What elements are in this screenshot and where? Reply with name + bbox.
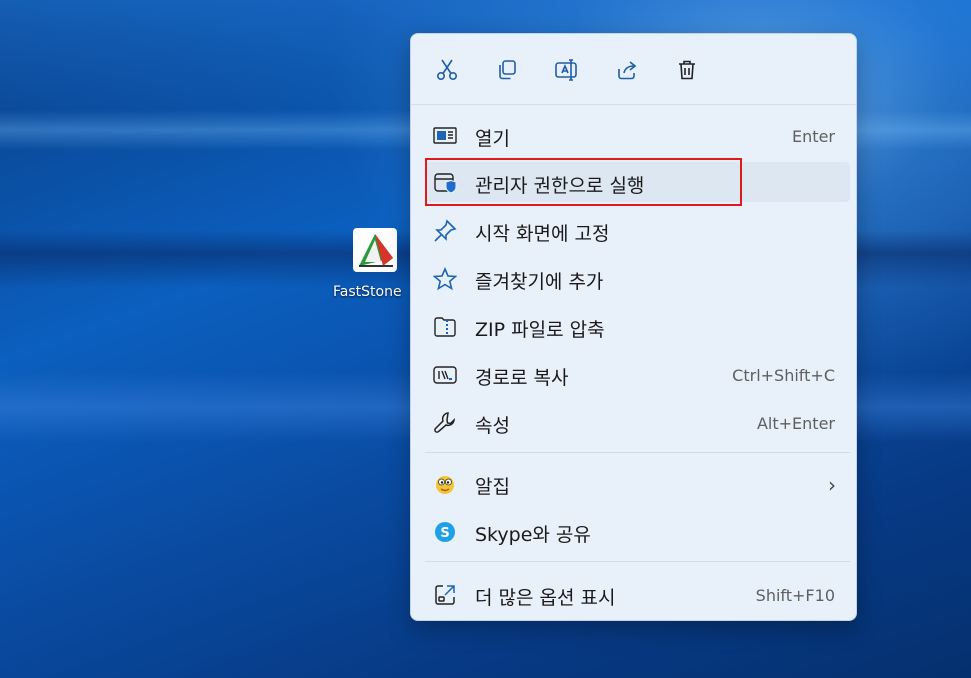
share-icon <box>618 61 637 80</box>
faststone-app-icon <box>353 228 397 272</box>
menu-item-add-to-favorites[interactable]: 즐겨찾기에 추가 <box>425 258 850 298</box>
alzip-icon <box>433 472 457 496</box>
menu-item-properties[interactable]: 속성 Alt+Enter <box>425 402 850 442</box>
menu-item-shortcut: Enter <box>792 127 835 146</box>
menu-item-pin-to-start[interactable]: 시작 화면에 고정 <box>425 210 850 250</box>
delete-icon <box>679 60 695 80</box>
rename-icon <box>555 59 577 81</box>
desktop-icon-faststone[interactable]: FastStone <box>330 228 420 300</box>
menu-item-shortcut: Alt+Enter <box>756 414 835 433</box>
menu-item-label: 더 많은 옵션 표시 <box>475 587 616 609</box>
highlight-annotation-box <box>425 158 742 206</box>
menu-item-label: 경로로 복사 <box>475 367 569 389</box>
menu-item-show-more-options[interactable]: 더 많은 옵션 표시 Shift+F10 <box>425 574 850 614</box>
menu-separator <box>425 452 850 453</box>
svg-text:S: S <box>440 526 449 541</box>
open-icon <box>433 124 457 148</box>
cut-button[interactable] <box>431 54 463 86</box>
copy-button[interactable] <box>491 54 523 86</box>
star-icon <box>433 267 457 291</box>
menu-item-shortcut: Shift+F10 <box>755 586 835 605</box>
menu-item-label: Skype와 공유 <box>475 524 591 546</box>
zip-icon <box>433 315 457 339</box>
context-menu: 열기 Enter 관리자 권한으로 실행 시작 화면에 고정 즐겨찾기에 추가 … <box>410 33 857 621</box>
menu-item-shortcut: Ctrl+Shift+C <box>732 366 835 385</box>
share-button[interactable] <box>611 54 643 86</box>
skype-icon: S <box>433 520 457 544</box>
copy-path-icon <box>433 363 457 387</box>
rename-button[interactable] <box>551 54 583 86</box>
menu-item-label: 열기 <box>475 128 510 150</box>
menu-item-label: 즐겨찾기에 추가 <box>475 271 604 293</box>
pin-icon <box>433 219 457 243</box>
desktop-icon-label: FastStone <box>333 284 402 300</box>
delete-button[interactable] <box>671 54 703 86</box>
more-options-icon <box>433 583 457 607</box>
copy-icon <box>499 60 516 80</box>
cut-icon <box>436 59 458 81</box>
menu-item-label: 시작 화면에 고정 <box>475 223 610 245</box>
context-menu-toolbar <box>411 34 856 105</box>
menu-item-alzip[interactable]: 알집 › <box>425 463 850 503</box>
wrench-icon <box>433 411 457 435</box>
menu-item-label: 알집 <box>475 476 510 498</box>
menu-item-label: 속성 <box>475 415 510 437</box>
menu-item-copy-as-path[interactable]: 경로로 복사 Ctrl+Shift+C <box>425 354 850 394</box>
menu-separator <box>425 561 850 562</box>
menu-item-compress-zip[interactable]: ZIP 파일로 압축 <box>425 306 850 346</box>
menu-item-share-skype[interactable]: S Skype와 공유 <box>425 511 850 551</box>
menu-item-open[interactable]: 열기 Enter <box>425 115 850 155</box>
menu-item-label: ZIP 파일로 압축 <box>475 319 605 341</box>
chevron-right-icon: › <box>828 473 836 497</box>
